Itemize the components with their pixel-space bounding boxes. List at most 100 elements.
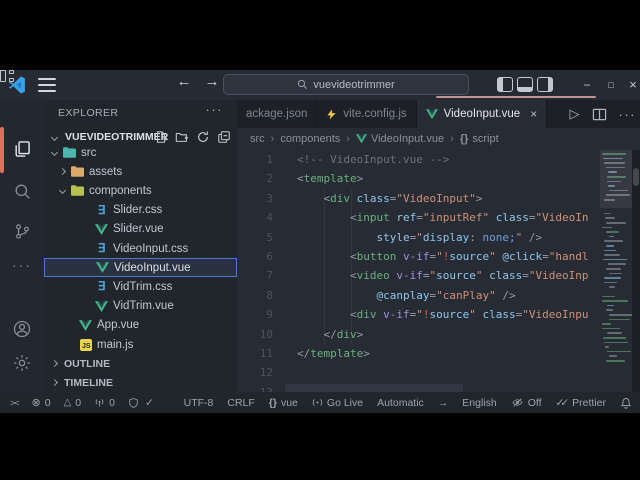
toggle-secondary-sidebar-icon[interactable] [537,77,553,92]
status-prettier[interactable]: ✓✓ Prettier [556,397,606,409]
tree-item-assets[interactable]: assets [44,162,237,181]
search-icon [298,79,308,89]
window-minimize-button[interactable]: − [578,76,596,94]
minimap-line [606,309,614,311]
line-number[interactable]: 12 [237,363,273,382]
tab-vite-config-js[interactable]: vite.config.js [317,100,417,128]
window-restore-button[interactable]: □ [602,76,620,94]
menu-hamburger-icon[interactable] [38,78,56,92]
status-go-live[interactable]: Go Live [312,397,363,409]
status-remote[interactable]: >< [10,398,19,408]
tree-item-videoinput-vue[interactable]: VideoInput.vue [44,258,237,278]
tree-item-vidtrim-css[interactable]: ∃ VidTrim.css [44,277,237,296]
split-editor-icon[interactable] [592,107,607,122]
code-line-10[interactable]: 10 </div> [237,325,640,344]
settings-gear-icon[interactable] [0,344,44,382]
line-number[interactable]: 6 [237,247,273,266]
collapse-all-icon[interactable] [217,130,231,144]
line-number[interactable]: 9 [237,305,273,324]
breadcrumb-script[interactable]: {} script [460,133,499,145]
code-line-13[interactable]: 13<script> [237,383,640,392]
tab-videoinput-vue[interactable]: VideoInput.vue × [416,100,548,128]
tab-ackage-json[interactable]: ackage.json [237,100,318,128]
minimap-line [602,295,615,298]
project-root-row[interactable]: VUEVIDEOTRIMMER [44,127,237,147]
window-close-button[interactable]: × [624,76,640,94]
code-line-5[interactable]: 5 style="display: none;" /> [237,228,640,247]
status-off[interactable]: Off [511,397,542,409]
line-number[interactable]: 11 [237,344,273,363]
vscode-window: ← → vuevideotrimmer − □ × ··· EXPLORER ·… [0,70,640,413]
toggle-sidebar-icon[interactable] [497,77,513,92]
code-line-3[interactable]: 3 <div class="VideoInput"> [237,189,640,208]
code-line-11[interactable]: 11 </template> [237,344,640,363]
status-0[interactable]: 0 [94,397,115,409]
section-timeline[interactable]: TIMELINE [44,373,237,392]
tree-item-slider-vue[interactable]: Slider.vue [44,220,237,239]
activity-explorer-icon[interactable] [0,130,44,168]
new-file-icon[interactable] [154,130,168,144]
account-icon[interactable] [0,310,44,348]
breadcrumb-src[interactable]: src [250,133,265,145]
code-line-9[interactable]: 9 <div v-if="!source" class="VideoInpu [237,305,640,324]
tree-item-label: VideoInput.vue [114,261,191,274]
tree-item-components[interactable]: components [44,181,237,200]
line-number[interactable]: 13 [237,383,273,392]
status-utf-8[interactable]: UTF-8 [184,397,214,409]
code-line-6[interactable]: 6 <button v-if="!source" @click="handl [237,247,640,266]
tree-item-videoinput-css[interactable]: ∃ VideoInput.css [44,239,237,258]
run-button[interactable]: ▷ [570,106,580,122]
tree-item-slider-css[interactable]: ∃ Slider.css [44,201,237,220]
current-line-highlight [285,383,463,392]
line-number[interactable]: 1 [237,150,273,169]
tab-close-icon[interactable]: × [530,107,537,121]
project-root-label: VUEVIDEOTRIMMER [65,131,169,143]
editor-more-icon[interactable]: ··· [619,107,637,122]
status-shield-check[interactable]: ✓ [128,397,154,409]
line-number[interactable]: 7 [237,266,273,285]
tree-item-app-vue[interactable]: App.vue [44,316,237,335]
new-folder-icon[interactable] [175,130,189,144]
code-line-1[interactable]: 1 <!-- VideoInput.vue --> [237,150,640,169]
minimap-line [605,217,616,219]
code-line-7[interactable]: 7 <video v-if="source" class="VideoInp [237,266,640,285]
breadcrumb-videoinput-vue[interactable]: VideoInput.vue [355,133,444,145]
section-outline[interactable]: OUTLINE [44,354,237,373]
line-number[interactable]: 3 [237,189,273,208]
toggle-panel-icon[interactable] [517,77,533,92]
refresh-icon[interactable] [196,130,210,144]
code-line-2[interactable]: 2 <template> [237,169,640,188]
breadcrumb-components[interactable]: components [280,133,340,145]
status-automatic[interactable]: Automatic [377,397,424,409]
line-number[interactable]: 2 [237,169,273,188]
breadcrumb: src › components › VideoInput.vue › {} script [237,128,640,150]
status-0[interactable]: △ 0 [64,397,82,409]
status-bell[interactable] [620,397,632,409]
line-number[interactable]: 10 [237,325,273,344]
line-number[interactable]: 5 [237,228,273,247]
editor-scrollbar[interactable] [632,150,640,392]
status-bar-left: >< ⊗ 0 △ 0 0 ✓ [10,392,154,413]
status-0[interactable]: ⊗ 0 [32,396,51,410]
code-line-12[interactable]: 12 [237,363,640,382]
code-line-8[interactable]: 8 @canplay="canPlay" /> [237,286,640,305]
status-→[interactable]: → [438,397,449,409]
line-number[interactable]: 8 [237,286,273,305]
minimap-slider[interactable] [600,150,632,208]
code-editor[interactable]: 1 <!-- VideoInput.vue --> 2 <template> 3 <di… [237,150,640,392]
command-center-search[interactable]: vuevideotrimmer [223,74,469,95]
status-vue[interactable]: {} vue [269,397,298,409]
file-tree: src assets components ∃ Slider.css Slider.vue… [44,143,237,354]
code-line-4[interactable]: 4 <input ref="inputRef" class="VideoIn [237,208,640,227]
line-number[interactable]: 4 [237,208,273,227]
tree-item-main-js[interactable]: JS main.js [44,335,237,354]
nav-back-arrow[interactable]: ← [174,73,194,90]
activity-more-views-icon[interactable]: ··· [0,246,44,284]
nav-forward-arrow[interactable]: → [202,73,222,90]
explorer-more-icon[interactable]: ··· [206,102,224,117]
status-english[interactable]: English [462,397,496,409]
status-crlf[interactable]: CRLF [227,397,254,409]
activity-source-control-icon[interactable] [0,212,44,250]
tree-item-vidtrim-vue[interactable]: VidTrim.vue [44,297,237,316]
activity-search-icon[interactable] [0,172,44,210]
